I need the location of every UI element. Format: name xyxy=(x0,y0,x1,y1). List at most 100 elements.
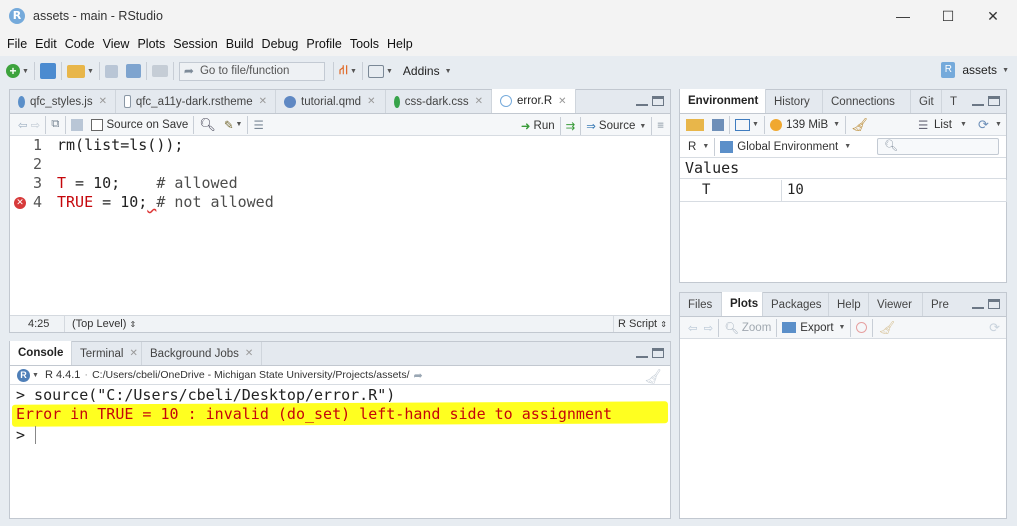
close-tab-icon[interactable]: ✕ xyxy=(259,96,267,107)
tab-help[interactable]: Help xyxy=(829,293,869,316)
menu-plots[interactable]: Plots xyxy=(133,37,169,51)
new-file-icon[interactable]: + xyxy=(6,64,20,78)
menu-code[interactable]: Code xyxy=(61,37,99,51)
menu-view[interactable]: View xyxy=(99,37,134,51)
remove-plot-icon[interactable] xyxy=(856,322,868,333)
project-menu[interactable]: R assets ▼ xyxy=(941,62,1009,78)
wand-caret-icon[interactable]: ▼ xyxy=(236,121,243,128)
addins-menu[interactable]: Addins xyxy=(403,64,440,78)
refresh-icon[interactable]: ⟳ xyxy=(978,117,989,133)
maximize-pane-icon[interactable] xyxy=(652,348,664,358)
maximize-button[interactable]: ☐ xyxy=(925,0,971,32)
workspace-panes-icon[interactable] xyxy=(367,64,384,78)
error-marker-icon[interactable]: ✕ xyxy=(14,197,26,209)
export-caret-icon[interactable]: ▼ xyxy=(839,324,846,331)
close-tab-icon[interactable]: ✕ xyxy=(475,96,483,107)
memory-usage[interactable]: 139 MiB xyxy=(786,119,828,131)
close-tab-icon[interactable]: ✕ xyxy=(129,348,137,359)
menu-build[interactable]: Build xyxy=(222,37,258,51)
memory-caret-icon[interactable]: ▼ xyxy=(833,121,840,128)
view-mode-caret-icon[interactable]: ▼ xyxy=(960,121,967,128)
import-dataset-icon[interactable] xyxy=(735,118,750,131)
new-project-icon[interactable] xyxy=(39,63,56,79)
magic-wand-icon[interactable]: ✎ xyxy=(224,118,234,132)
tab-css-dark[interactable]: css-dark.css ✕ xyxy=(386,90,492,113)
language-caret-icon[interactable]: ▼ xyxy=(32,372,39,379)
minimize-pane-icon[interactable] xyxy=(636,348,648,358)
clear-workspace-icon[interactable]: 🧹︎ xyxy=(851,117,868,133)
tab-tutorial[interactable]: T xyxy=(942,90,960,113)
tab-packages[interactable]: Packages xyxy=(763,293,829,316)
tab-history[interactable]: History xyxy=(766,90,823,113)
maximize-pane-icon[interactable] xyxy=(652,96,664,106)
language-menu[interactable]: R xyxy=(688,141,696,153)
show-in-window-icon[interactable]: ⧉ xyxy=(51,118,59,131)
save-all-icon[interactable] xyxy=(125,64,141,78)
tab-qfc-styles[interactable]: qfc_styles.js ✕ xyxy=(10,90,116,113)
import-caret-icon[interactable]: ▼ xyxy=(752,121,759,128)
export-menu[interactable]: Export xyxy=(800,322,833,334)
console-output[interactable]: > source("C:/Users/cbeli/Desktop/error.R… xyxy=(10,386,670,518)
environment-scope-menu[interactable]: Global Environment xyxy=(737,141,838,153)
goto-directory-icon[interactable]: ➦ xyxy=(414,369,423,382)
r-language-icon[interactable]: R xyxy=(17,368,30,382)
save-icon[interactable] xyxy=(104,64,118,78)
menu-edit[interactable]: Edit xyxy=(31,37,61,51)
load-workspace-icon[interactable] xyxy=(686,118,704,131)
source-caret-icon[interactable]: ▼ xyxy=(639,123,646,130)
tab-files[interactable]: Files xyxy=(680,293,722,316)
close-tab-icon[interactable]: ✕ xyxy=(245,348,253,359)
maximize-pane-icon[interactable] xyxy=(988,96,1000,106)
panes-caret-icon[interactable]: ▼ xyxy=(386,68,393,75)
search-icon[interactable]: 🔍︎ xyxy=(199,117,216,133)
source-on-save-checkbox[interactable] xyxy=(90,118,103,131)
open-file-icon[interactable] xyxy=(66,64,85,78)
environment-search-input[interactable]: 🔍︎ xyxy=(877,138,999,155)
variable-row[interactable]: T 10 xyxy=(680,180,1007,202)
tab-git[interactable]: Git xyxy=(911,90,942,113)
source-button[interactable]: Source xyxy=(599,120,635,132)
scope-indicator[interactable]: (Top Level) ⇕ xyxy=(72,318,136,330)
save-file-icon[interactable] xyxy=(70,118,83,131)
tab-rstheme[interactable]: qfc_a11y-dark.rstheme ✕ xyxy=(116,90,276,113)
document-outline-icon[interactable]: ≡ xyxy=(657,120,664,132)
menu-tools[interactable]: Tools xyxy=(346,37,383,51)
git-caret-icon[interactable]: ▼ xyxy=(350,68,357,75)
back-icon[interactable]: ⇦ xyxy=(18,118,28,132)
tab-background-jobs[interactable]: Background Jobs ✕ xyxy=(142,342,262,365)
menu-file[interactable]: File xyxy=(3,37,31,51)
save-workspace-icon[interactable] xyxy=(712,118,724,131)
minimize-pane-icon[interactable] xyxy=(972,96,984,106)
menu-debug[interactable]: Debug xyxy=(258,37,303,51)
git-icon[interactable]: ⛙ xyxy=(339,62,348,80)
tab-connections[interactable]: Connections xyxy=(823,90,911,113)
file-type-menu[interactable]: R Script ⇕ xyxy=(618,318,667,330)
addins-caret-icon[interactable]: ▼ xyxy=(445,68,452,75)
minimize-button[interactable]: — xyxy=(880,0,926,32)
refresh-plots-icon[interactable]: ⟳ xyxy=(989,320,1000,336)
tab-presentation[interactable]: Pre xyxy=(923,293,953,316)
close-tab-icon[interactable]: ✕ xyxy=(367,96,375,107)
code-editor[interactable]: 1 rm(list=ls()); 2 3 T = 10; # allowed ✕… xyxy=(10,136,670,316)
tab-console[interactable]: Console xyxy=(10,341,72,365)
goto-file-input[interactable]: ➦ Go to file/function xyxy=(178,61,325,81)
close-tab-icon[interactable]: ✕ xyxy=(558,96,566,107)
language-caret-icon[interactable]: ▼ xyxy=(702,143,709,150)
close-tab-icon[interactable]: ✕ xyxy=(99,96,107,107)
minimize-pane-icon[interactable] xyxy=(972,299,984,309)
run-button[interactable]: Run xyxy=(534,120,555,132)
minimize-pane-icon[interactable] xyxy=(636,96,648,106)
next-plot-icon[interactable]: ⇨ xyxy=(704,321,714,335)
menu-help[interactable]: Help xyxy=(383,37,417,51)
tab-terminal[interactable]: Terminal ✕ xyxy=(72,342,142,365)
tab-viewer[interactable]: Viewer xyxy=(869,293,923,316)
tab-environment[interactable]: Environment xyxy=(680,89,766,113)
open-file-caret-icon[interactable]: ▼ xyxy=(87,68,94,75)
clear-console-icon[interactable]: 🧹︎ xyxy=(644,368,662,385)
tab-error-r[interactable]: error.R ✕ xyxy=(492,89,576,113)
tab-tutorial-qmd[interactable]: tutorial.qmd ✕ xyxy=(276,90,386,113)
close-button[interactable]: ✕ xyxy=(970,0,1016,32)
view-mode-menu[interactable]: List xyxy=(934,119,952,131)
menu-profile[interactable]: Profile xyxy=(302,37,345,51)
maximize-pane-icon[interactable] xyxy=(988,299,1000,309)
